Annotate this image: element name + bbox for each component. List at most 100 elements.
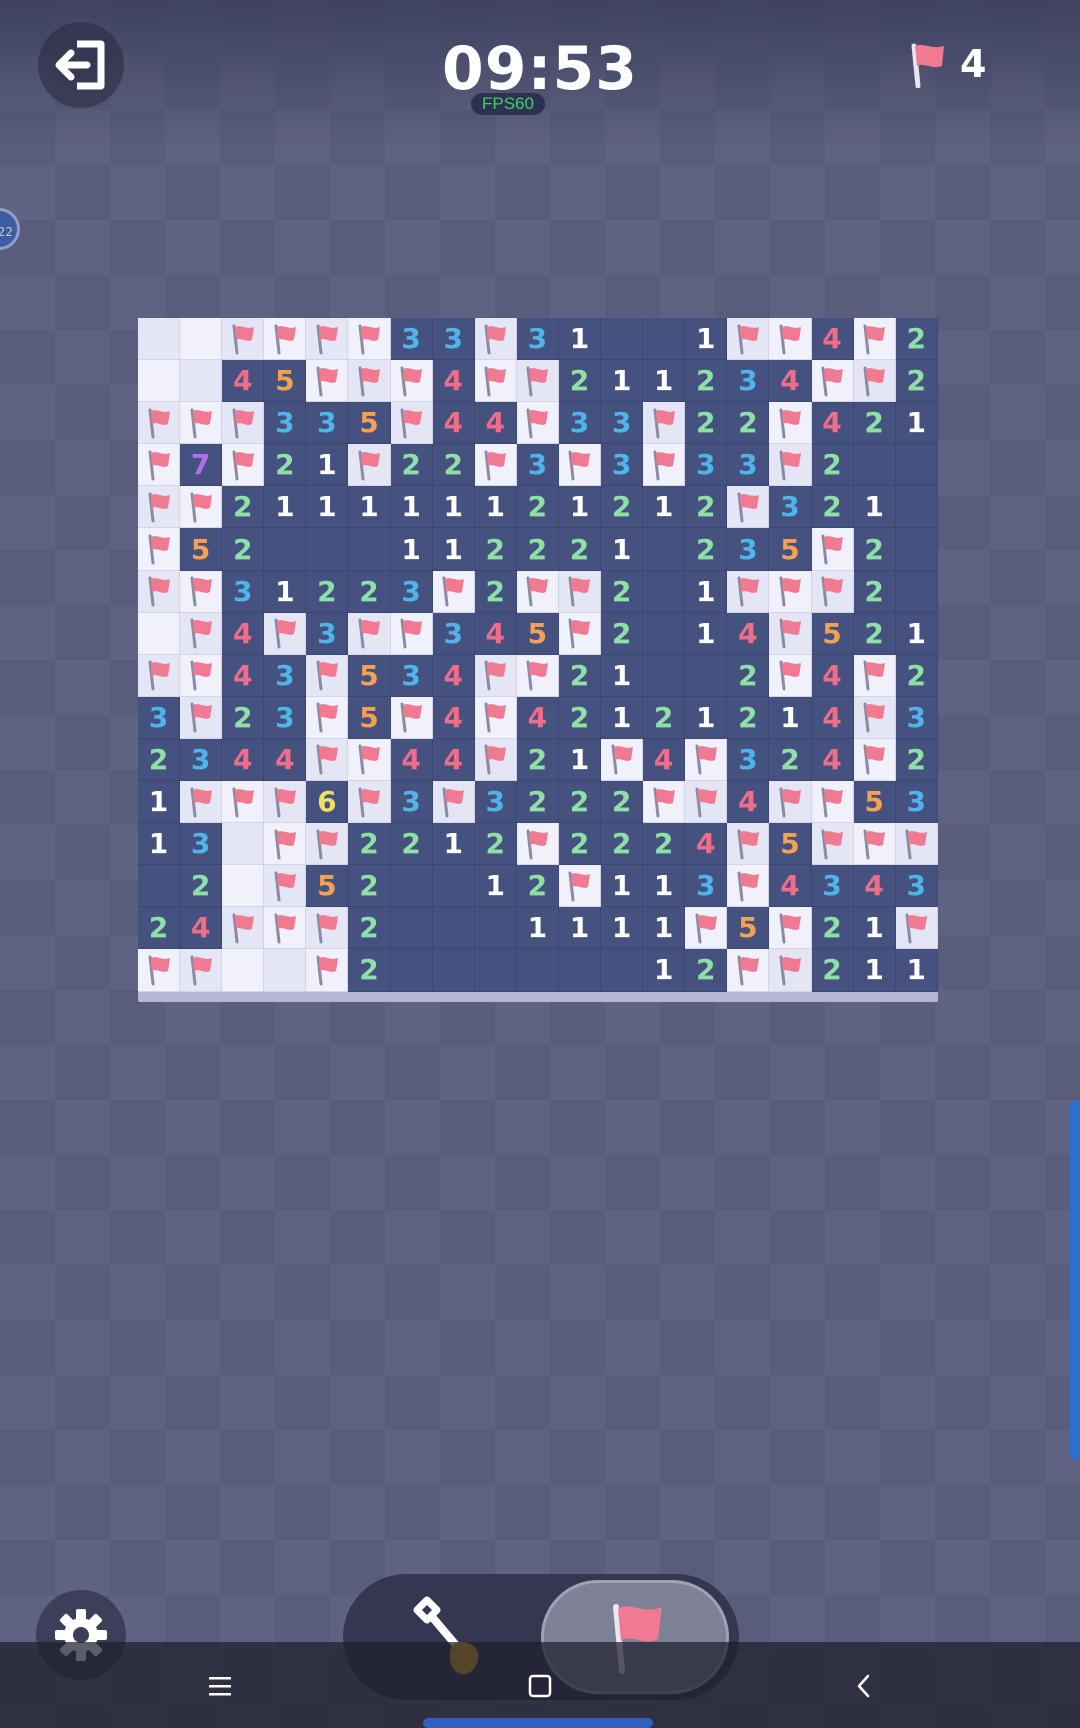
flagged-cell[interactable] [222, 402, 265, 445]
flagged-cell[interactable] [769, 612, 812, 655]
flagged-cell[interactable] [853, 696, 896, 739]
flagged-cell[interactable] [769, 907, 812, 950]
number-cell[interactable]: 1 [138, 781, 181, 824]
number-cell[interactable]: 5 [348, 402, 391, 445]
number-cell[interactable]: 1 [685, 570, 728, 613]
number-cell[interactable]: 1 [643, 865, 686, 908]
flagged-cell[interactable] [306, 949, 349, 992]
number-cell[interactable]: 2 [138, 738, 181, 782]
number-cell[interactable]: 2 [685, 949, 728, 992]
flagged-cell[interactable] [895, 823, 938, 866]
number-cell[interactable]: 2 [685, 402, 728, 445]
number-cell[interactable]: 3 [390, 781, 433, 824]
empty-cell[interactable] [643, 318, 686, 361]
flagged-cell[interactable] [853, 654, 896, 697]
flagged-cell[interactable] [558, 444, 602, 487]
flagged-cell[interactable] [348, 738, 391, 782]
number-cell[interactable]: 1 [306, 444, 349, 487]
empty-cell[interactable] [138, 865, 181, 908]
flagged-cell[interactable] [769, 402, 812, 445]
flagged-cell[interactable] [306, 654, 349, 697]
number-cell[interactable]: 2 [727, 402, 770, 445]
number-cell[interactable]: 3 [895, 696, 938, 739]
empty-cell[interactable] [474, 907, 517, 950]
flagged-cell[interactable] [853, 318, 896, 361]
flagged-cell[interactable] [558, 570, 602, 613]
number-cell[interactable]: 1 [558, 907, 602, 950]
number-cell[interactable]: 2 [895, 360, 938, 403]
flagged-cell[interactable] [516, 570, 559, 613]
number-cell[interactable]: 4 [769, 865, 812, 908]
number-cell[interactable]: 2 [348, 949, 391, 992]
flagged-cell[interactable] [348, 781, 391, 824]
number-cell[interactable]: 3 [306, 402, 349, 445]
flagged-cell[interactable] [180, 654, 223, 697]
number-cell[interactable]: 1 [895, 612, 938, 655]
number-cell[interactable]: 3 [390, 318, 433, 361]
empty-cell[interactable] [853, 444, 896, 487]
flagged-cell[interactable] [769, 949, 812, 992]
empty-cell[interactable] [516, 949, 559, 992]
flagged-cell[interactable] [306, 360, 349, 403]
number-cell[interactable]: 2 [516, 738, 559, 782]
number-cell[interactable]: 3 [727, 528, 770, 571]
hidden-cell[interactable] [180, 318, 223, 361]
flagged-cell[interactable] [727, 823, 770, 866]
empty-cell[interactable] [895, 444, 938, 487]
number-cell[interactable]: 2 [769, 738, 812, 782]
empty-cell[interactable] [474, 949, 517, 992]
flagged-cell[interactable] [643, 444, 686, 487]
number-cell[interactable]: 1 [685, 612, 728, 655]
number-cell[interactable]: 1 [558, 486, 602, 529]
number-cell[interactable]: 2 [685, 486, 728, 529]
flagged-cell[interactable] [432, 781, 475, 824]
gesture-bar[interactable] [423, 1718, 653, 1728]
flagged-cell[interactable] [474, 738, 517, 782]
number-cell[interactable]: 2 [306, 570, 349, 613]
number-cell[interactable]: 2 [558, 528, 602, 571]
number-cell[interactable]: 6 [306, 781, 349, 824]
number-cell[interactable]: 5 [516, 612, 559, 655]
number-cell[interactable]: 5 [811, 612, 854, 655]
number-cell[interactable]: 5 [853, 781, 896, 824]
number-cell[interactable]: 3 [601, 444, 644, 487]
number-cell[interactable]: 3 [727, 444, 770, 487]
flagged-cell[interactable] [264, 612, 307, 655]
flagged-cell[interactable] [390, 612, 433, 655]
flagged-cell[interactable] [348, 444, 391, 487]
empty-cell[interactable] [601, 949, 644, 992]
number-cell[interactable]: 2 [474, 823, 517, 866]
flagged-cell[interactable] [138, 486, 181, 529]
number-cell[interactable]: 7 [180, 444, 223, 487]
empty-cell[interactable] [895, 528, 938, 571]
number-cell[interactable]: 1 [601, 360, 644, 403]
empty-cell[interactable] [685, 654, 728, 697]
number-cell[interactable]: 2 [516, 781, 559, 824]
flagged-cell[interactable] [348, 612, 391, 655]
number-cell[interactable]: 2 [264, 444, 307, 487]
number-cell[interactable]: 1 [643, 360, 686, 403]
number-cell[interactable]: 2 [853, 612, 896, 655]
number-cell[interactable]: 3 [180, 823, 223, 866]
number-cell[interactable]: 2 [895, 738, 938, 782]
flagged-cell[interactable] [685, 907, 728, 950]
empty-cell[interactable] [306, 528, 349, 571]
number-cell[interactable]: 1 [306, 486, 349, 529]
number-cell[interactable]: 4 [222, 738, 265, 782]
number-cell[interactable]: 2 [390, 823, 433, 866]
flagged-cell[interactable] [516, 360, 559, 403]
flagged-cell[interactable] [390, 696, 433, 739]
number-cell[interactable]: 1 [853, 907, 896, 950]
number-cell[interactable]: 4 [516, 696, 559, 739]
flagged-cell[interactable] [643, 402, 686, 445]
flagged-cell[interactable] [138, 444, 181, 487]
flagged-cell[interactable] [685, 781, 728, 824]
number-cell[interactable]: 3 [138, 696, 181, 739]
number-cell[interactable]: 4 [811, 654, 854, 697]
flagged-cell[interactable] [264, 781, 307, 824]
flagged-cell[interactable] [390, 360, 433, 403]
empty-cell[interactable] [432, 865, 475, 908]
home-button[interactable] [510, 1656, 570, 1716]
flagged-cell[interactable] [306, 696, 349, 739]
flagged-cell[interactable] [180, 402, 223, 445]
